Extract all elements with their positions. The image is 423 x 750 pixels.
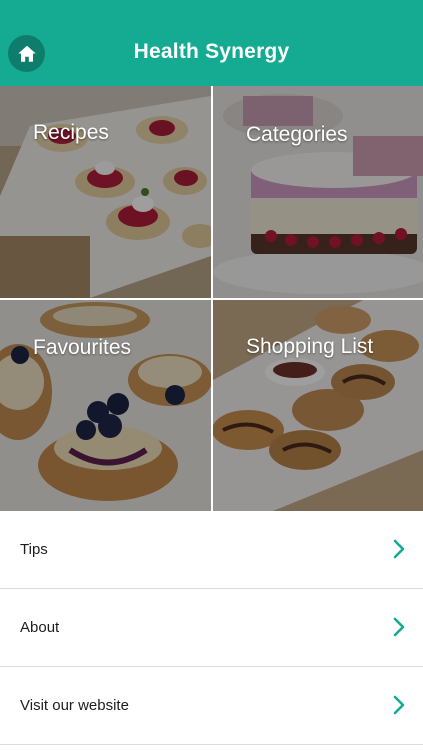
menu-item-label: About (20, 619, 60, 636)
menu-item-label: Tips (20, 541, 48, 558)
page-title: Health Synergy (133, 40, 290, 63)
tile-recipes[interactable]: Recipes (0, 86, 211, 298)
menu-list: Tips About Visit our website (0, 511, 423, 745)
tile-shopping-list-label: Shopping List (246, 335, 374, 358)
menu-item-about[interactable]: About (0, 589, 423, 667)
app-header: Health Synergy (0, 0, 423, 86)
tile-categories-label: Categories (246, 123, 348, 146)
tile-favourites-label: Favourites (33, 336, 132, 359)
category-grid: Recipes Categories Favourites Shopping L… (0, 86, 423, 511)
favourites-overlay (0, 300, 211, 511)
tile-recipes-label: Recipes (33, 121, 109, 144)
menu-item-label: Visit our website (20, 697, 129, 714)
shopping-list-overlay (213, 300, 423, 511)
menu-item-visit-website[interactable]: Visit our website (0, 667, 423, 745)
menu-item-tips[interactable]: Tips (0, 511, 423, 589)
recipes-overlay (0, 86, 211, 298)
chevron-right-icon (393, 617, 405, 637)
categories-overlay (213, 86, 423, 298)
chevron-right-icon (393, 539, 405, 559)
tile-favourites[interactable]: Favourites (0, 300, 211, 511)
tile-shopping-list[interactable]: Shopping List (213, 300, 423, 511)
chevron-right-icon (393, 695, 405, 715)
tile-categories[interactable]: Categories (213, 86, 423, 298)
